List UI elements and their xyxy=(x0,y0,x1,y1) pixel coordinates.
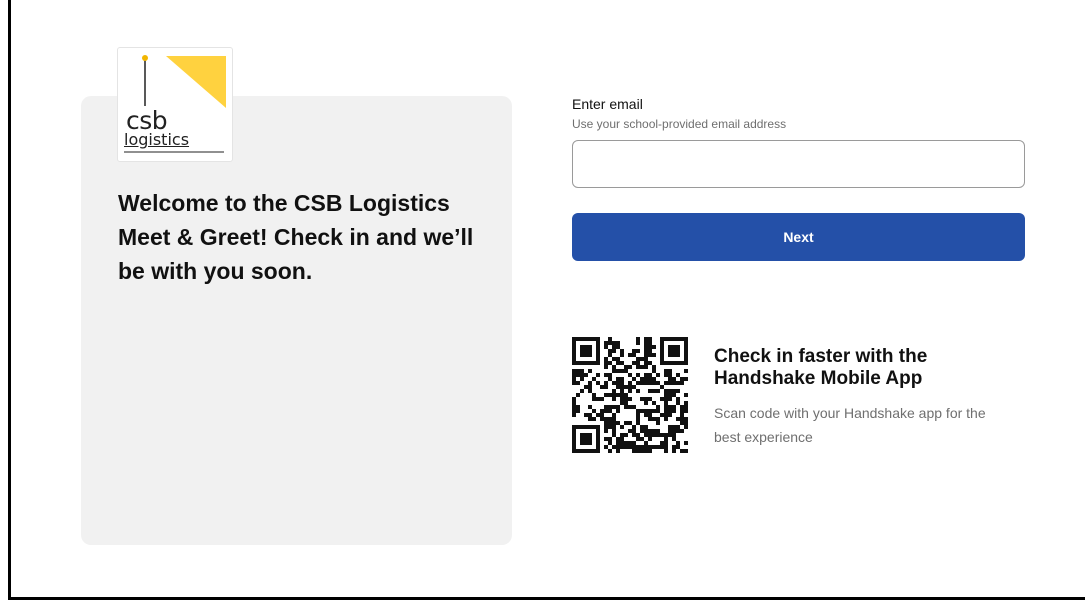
welcome-message: Welcome to the CSB Logistics Meet & Gree… xyxy=(118,190,474,284)
app-promo-description: Scan code with your Handshake app for th… xyxy=(714,405,986,445)
company-logo: csb logistics xyxy=(117,47,233,162)
email-hint: Use your school-provided email address xyxy=(572,117,787,131)
app-promo-title: Check in faster with the Handshake Mobil… xyxy=(714,346,928,389)
email-input[interactable] xyxy=(572,140,1025,188)
next-button[interactable]: Next xyxy=(572,213,1025,261)
email-label: Enter email xyxy=(572,96,643,112)
frame-left-border xyxy=(8,0,11,600)
logo-text-secondary: logistics xyxy=(124,130,190,149)
qr-code-icon xyxy=(572,337,688,453)
welcome-card xyxy=(81,96,512,545)
